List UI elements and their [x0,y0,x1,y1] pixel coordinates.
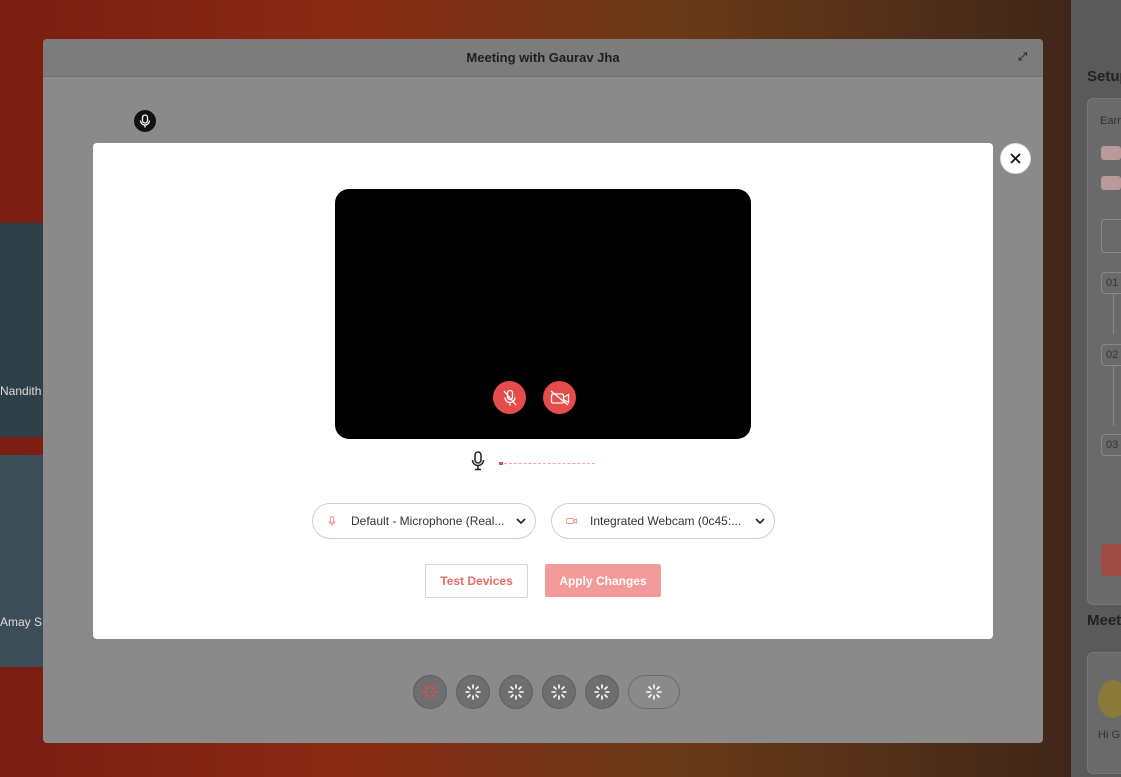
chevron-down-icon [746,518,774,524]
loading-spinner-icon[interactable] [499,675,533,709]
step-number: 01 [1101,272,1121,294]
side-panel: Setup Earn 01 02 03 Meet Hi G [1071,0,1121,777]
device-settings-modal: Default - Microphone (Real... Integrated… [93,143,993,639]
close-icon[interactable] [1000,143,1031,174]
camera-select-value: Integrated Webcam (0c45:... [590,514,742,528]
loading-spinner-icon[interactable] [413,675,447,709]
mic-level-bar [499,462,595,465]
chat-preview: Hi G [1098,729,1120,741]
step-number: 03 [1101,434,1121,456]
step-number: 02 [1101,344,1121,366]
microphone-icon [313,515,351,527]
tag-pill [1101,176,1121,190]
microphone-select[interactable]: Default - Microphone (Real... [312,503,536,539]
loading-spinner-icon[interactable] [456,675,490,709]
camera-select[interactable]: Integrated Webcam (0c45:... [551,503,775,539]
participant-name-1: Nandith [0,384,42,398]
call-controls [413,675,680,709]
camera-off-icon[interactable] [543,381,576,414]
tag-pill [1101,146,1121,160]
mic-off-icon[interactable] [493,381,526,414]
loading-spinner-icon[interactable] [542,675,576,709]
expand-icon[interactable]: ⤢ [1018,51,1027,64]
step-connector [1113,366,1114,426]
apply-changes-button[interactable]: Apply Changes [545,564,661,597]
microphone-icon [471,451,485,476]
microphone-select-value: Default - Microphone (Real... [351,514,505,528]
select-box [1101,219,1121,253]
mic-level-meter [471,451,595,476]
chevron-down-icon [507,518,535,524]
participant-tile-left-2 [0,455,44,667]
video-preview [335,189,751,439]
meeting-title: Meeting with Gaurav Jha [466,50,620,65]
loading-spinner-icon[interactable] [585,675,619,709]
earn-text: Earn [1100,115,1121,127]
test-devices-button[interactable]: Test Devices [425,564,528,598]
loading-spinner-icon[interactable] [628,675,680,709]
step-connector [1113,294,1114,334]
participant-tile-left-1 [0,223,44,437]
microphone-icon [134,110,156,132]
submit-button [1101,544,1121,576]
avatar [1098,680,1121,718]
meetings-heading: Meet [1087,612,1121,629]
participant-name-2: Amay S [0,615,43,629]
meeting-header: Meeting with Gaurav Jha ⤢ [43,39,1043,77]
setup-heading: Setup [1087,68,1121,85]
camera-icon [552,517,590,525]
